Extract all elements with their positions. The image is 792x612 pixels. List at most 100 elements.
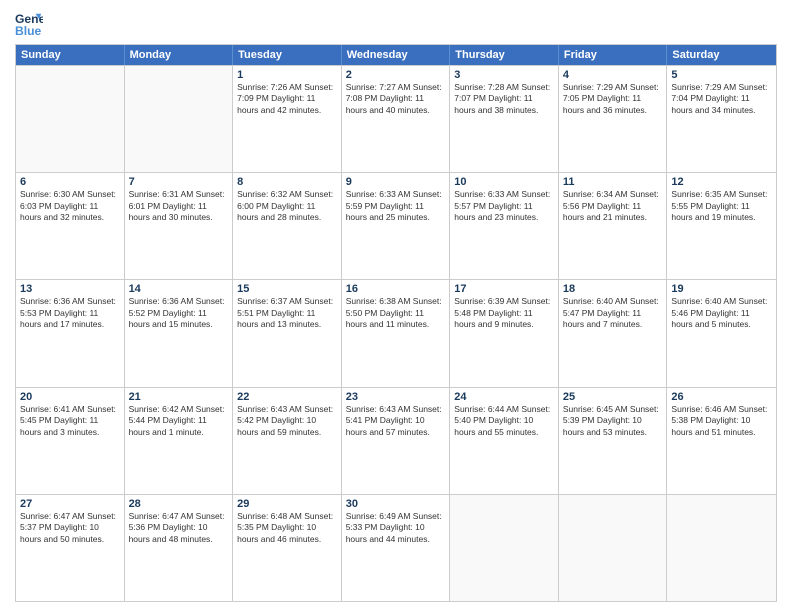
day-number: 3 <box>454 69 554 81</box>
day-number: 30 <box>346 498 446 510</box>
calendar-day-cell: 28Sunrise: 6:47 AM Sunset: 5:36 PM Dayli… <box>125 495 234 601</box>
calendar-day-cell <box>16 66 125 172</box>
calendar-day-cell: 16Sunrise: 6:38 AM Sunset: 5:50 PM Dayli… <box>342 280 451 386</box>
day-info: Sunrise: 6:35 AM Sunset: 5:55 PM Dayligh… <box>671 189 772 223</box>
calendar-day-cell: 6Sunrise: 6:30 AM Sunset: 6:03 PM Daylig… <box>16 173 125 279</box>
calendar-day-cell: 10Sunrise: 6:33 AM Sunset: 5:57 PM Dayli… <box>450 173 559 279</box>
day-number: 5 <box>671 69 772 81</box>
day-number: 23 <box>346 391 446 403</box>
calendar-day-cell <box>125 66 234 172</box>
day-info: Sunrise: 6:33 AM Sunset: 5:59 PM Dayligh… <box>346 189 446 223</box>
day-number: 14 <box>129 283 229 295</box>
calendar-day-cell: 3Sunrise: 7:28 AM Sunset: 7:07 PM Daylig… <box>450 66 559 172</box>
day-info: Sunrise: 6:48 AM Sunset: 5:35 PM Dayligh… <box>237 511 337 545</box>
calendar-day-cell: 21Sunrise: 6:42 AM Sunset: 5:44 PM Dayli… <box>125 388 234 494</box>
calendar-day-cell: 19Sunrise: 6:40 AM Sunset: 5:46 PM Dayli… <box>667 280 776 386</box>
weekday-header: Wednesday <box>342 45 451 65</box>
calendar-body: 1Sunrise: 7:26 AM Sunset: 7:09 PM Daylig… <box>16 65 776 601</box>
day-info: Sunrise: 6:44 AM Sunset: 5:40 PM Dayligh… <box>454 404 554 438</box>
day-number: 1 <box>237 69 337 81</box>
calendar-day-cell: 25Sunrise: 6:45 AM Sunset: 5:39 PM Dayli… <box>559 388 668 494</box>
calendar-day-cell: 14Sunrise: 6:36 AM Sunset: 5:52 PM Dayli… <box>125 280 234 386</box>
calendar-week-row: 20Sunrise: 6:41 AM Sunset: 5:45 PM Dayli… <box>16 387 776 494</box>
calendar-day-cell: 7Sunrise: 6:31 AM Sunset: 6:01 PM Daylig… <box>125 173 234 279</box>
day-number: 4 <box>563 69 663 81</box>
day-info: Sunrise: 6:40 AM Sunset: 5:47 PM Dayligh… <box>563 296 663 330</box>
day-info: Sunrise: 6:43 AM Sunset: 5:42 PM Dayligh… <box>237 404 337 438</box>
calendar-day-cell: 2Sunrise: 7:27 AM Sunset: 7:08 PM Daylig… <box>342 66 451 172</box>
day-info: Sunrise: 6:47 AM Sunset: 5:36 PM Dayligh… <box>129 511 229 545</box>
calendar-day-cell: 30Sunrise: 6:49 AM Sunset: 5:33 PM Dayli… <box>342 495 451 601</box>
calendar-day-cell: 8Sunrise: 6:32 AM Sunset: 6:00 PM Daylig… <box>233 173 342 279</box>
day-number: 28 <box>129 498 229 510</box>
calendar-day-cell <box>559 495 668 601</box>
weekday-header: Tuesday <box>233 45 342 65</box>
day-info: Sunrise: 6:49 AM Sunset: 5:33 PM Dayligh… <box>346 511 446 545</box>
weekday-header: Monday <box>125 45 234 65</box>
day-number: 2 <box>346 69 446 81</box>
day-info: Sunrise: 6:39 AM Sunset: 5:48 PM Dayligh… <box>454 296 554 330</box>
calendar-day-cell <box>450 495 559 601</box>
calendar-day-cell: 22Sunrise: 6:43 AM Sunset: 5:42 PM Dayli… <box>233 388 342 494</box>
calendar-day-cell: 23Sunrise: 6:43 AM Sunset: 5:41 PM Dayli… <box>342 388 451 494</box>
calendar-day-cell: 12Sunrise: 6:35 AM Sunset: 5:55 PM Dayli… <box>667 173 776 279</box>
day-info: Sunrise: 7:29 AM Sunset: 7:04 PM Dayligh… <box>671 82 772 116</box>
day-number: 16 <box>346 283 446 295</box>
weekday-header: Sunday <box>16 45 125 65</box>
day-info: Sunrise: 6:32 AM Sunset: 6:00 PM Dayligh… <box>237 189 337 223</box>
weekday-header: Saturday <box>667 45 776 65</box>
day-number: 10 <box>454 176 554 188</box>
day-number: 26 <box>671 391 772 403</box>
day-info: Sunrise: 7:29 AM Sunset: 7:05 PM Dayligh… <box>563 82 663 116</box>
day-number: 13 <box>20 283 120 295</box>
day-info: Sunrise: 6:37 AM Sunset: 5:51 PM Dayligh… <box>237 296 337 330</box>
calendar-day-cell: 26Sunrise: 6:46 AM Sunset: 5:38 PM Dayli… <box>667 388 776 494</box>
day-info: Sunrise: 6:31 AM Sunset: 6:01 PM Dayligh… <box>129 189 229 223</box>
day-number: 22 <box>237 391 337 403</box>
calendar-day-cell: 27Sunrise: 6:47 AM Sunset: 5:37 PM Dayli… <box>16 495 125 601</box>
calendar-day-cell: 29Sunrise: 6:48 AM Sunset: 5:35 PM Dayli… <box>233 495 342 601</box>
calendar-day-cell <box>667 495 776 601</box>
calendar-day-cell: 15Sunrise: 6:37 AM Sunset: 5:51 PM Dayli… <box>233 280 342 386</box>
calendar-day-cell: 1Sunrise: 7:26 AM Sunset: 7:09 PM Daylig… <box>233 66 342 172</box>
day-info: Sunrise: 6:40 AM Sunset: 5:46 PM Dayligh… <box>671 296 772 330</box>
day-number: 12 <box>671 176 772 188</box>
day-number: 8 <box>237 176 337 188</box>
day-info: Sunrise: 7:26 AM Sunset: 7:09 PM Dayligh… <box>237 82 337 116</box>
calendar-week-row: 13Sunrise: 6:36 AM Sunset: 5:53 PM Dayli… <box>16 279 776 386</box>
calendar-day-cell: 5Sunrise: 7:29 AM Sunset: 7:04 PM Daylig… <box>667 66 776 172</box>
day-number: 7 <box>129 176 229 188</box>
day-number: 18 <box>563 283 663 295</box>
day-info: Sunrise: 6:36 AM Sunset: 5:53 PM Dayligh… <box>20 296 120 330</box>
page: General Blue SundayMondayTuesdayWednesda… <box>0 0 792 612</box>
day-number: 9 <box>346 176 446 188</box>
day-info: Sunrise: 6:36 AM Sunset: 5:52 PM Dayligh… <box>129 296 229 330</box>
calendar: SundayMondayTuesdayWednesdayThursdayFrid… <box>15 44 777 602</box>
day-number: 6 <box>20 176 120 188</box>
calendar-day-cell: 4Sunrise: 7:29 AM Sunset: 7:05 PM Daylig… <box>559 66 668 172</box>
day-info: Sunrise: 6:47 AM Sunset: 5:37 PM Dayligh… <box>20 511 120 545</box>
day-info: Sunrise: 6:46 AM Sunset: 5:38 PM Dayligh… <box>671 404 772 438</box>
calendar-week-row: 6Sunrise: 6:30 AM Sunset: 6:03 PM Daylig… <box>16 172 776 279</box>
day-number: 27 <box>20 498 120 510</box>
day-info: Sunrise: 7:27 AM Sunset: 7:08 PM Dayligh… <box>346 82 446 116</box>
calendar-day-cell: 18Sunrise: 6:40 AM Sunset: 5:47 PM Dayli… <box>559 280 668 386</box>
calendar-day-cell: 13Sunrise: 6:36 AM Sunset: 5:53 PM Dayli… <box>16 280 125 386</box>
day-number: 29 <box>237 498 337 510</box>
logo: General Blue <box>15 10 43 38</box>
day-info: Sunrise: 7:28 AM Sunset: 7:07 PM Dayligh… <box>454 82 554 116</box>
calendar-day-cell: 20Sunrise: 6:41 AM Sunset: 5:45 PM Dayli… <box>16 388 125 494</box>
calendar-day-cell: 24Sunrise: 6:44 AM Sunset: 5:40 PM Dayli… <box>450 388 559 494</box>
day-number: 19 <box>671 283 772 295</box>
day-info: Sunrise: 6:34 AM Sunset: 5:56 PM Dayligh… <box>563 189 663 223</box>
day-info: Sunrise: 6:42 AM Sunset: 5:44 PM Dayligh… <box>129 404 229 438</box>
day-number: 11 <box>563 176 663 188</box>
day-info: Sunrise: 6:33 AM Sunset: 5:57 PM Dayligh… <box>454 189 554 223</box>
logo-icon: General Blue <box>15 10 43 38</box>
calendar-week-row: 1Sunrise: 7:26 AM Sunset: 7:09 PM Daylig… <box>16 65 776 172</box>
calendar-day-cell: 9Sunrise: 6:33 AM Sunset: 5:59 PM Daylig… <box>342 173 451 279</box>
day-info: Sunrise: 6:38 AM Sunset: 5:50 PM Dayligh… <box>346 296 446 330</box>
header: General Blue <box>15 10 777 38</box>
day-number: 15 <box>237 283 337 295</box>
day-info: Sunrise: 6:41 AM Sunset: 5:45 PM Dayligh… <box>20 404 120 438</box>
